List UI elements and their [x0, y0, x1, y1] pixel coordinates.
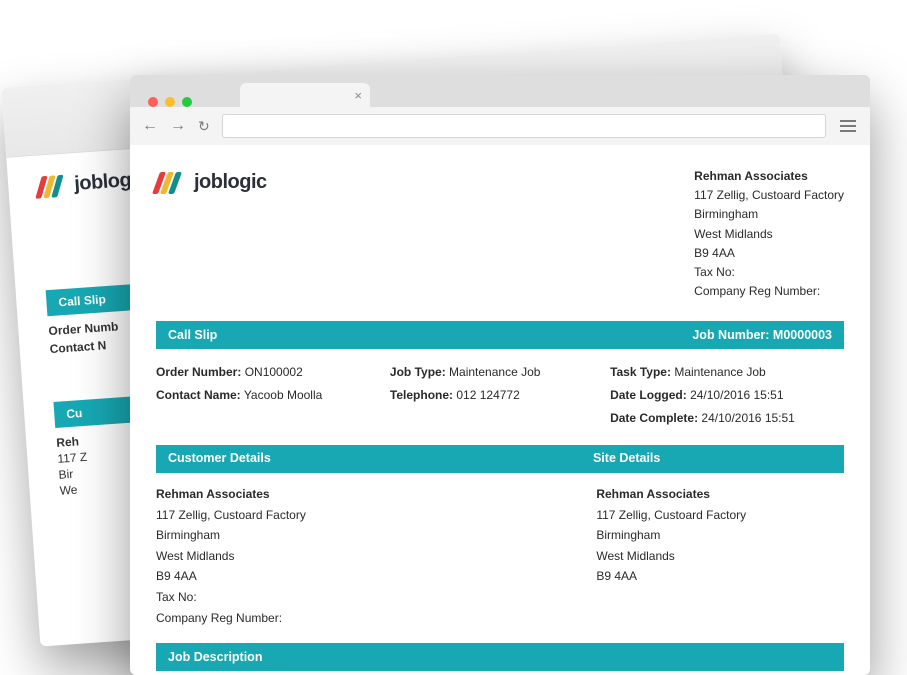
nav-toolbar: ← → ↻ — [130, 107, 870, 145]
close-window-icon[interactable] — [148, 97, 158, 107]
customer-city: Birmingham — [156, 526, 576, 545]
customer-reg: Company Reg Number: — [156, 609, 576, 628]
customer-tax: Tax No: — [156, 588, 576, 607]
site-region: West Midlands — [596, 547, 844, 566]
forward-icon[interactable]: → — [170, 118, 186, 134]
window-controls — [140, 87, 192, 107]
company-tax: Tax No: — [694, 263, 844, 282]
site-addr1: 117 Zellig, Custoard Factory — [596, 506, 844, 525]
joblogic-logo-icon — [38, 174, 69, 198]
job-description-title: Job Description — [168, 648, 262, 667]
document-content: joblogic Rehman Associates 117 Zellig, C… — [130, 145, 870, 671]
customer-region: West Midlands — [156, 547, 576, 566]
close-tab-icon[interactable]: × — [354, 88, 362, 103]
customer-name: Rehman Associates — [156, 485, 576, 504]
customer-addr1: 117 Zellig, Custoard Factory — [156, 506, 576, 525]
call-slip-grid: Order Number: ON100002 Contact Name: Yac… — [156, 359, 844, 431]
company-name: Rehman Associates — [694, 167, 844, 186]
customer-column: Rehman Associates 117 Zellig, Custoard F… — [156, 483, 576, 629]
logo-text: joblogic — [194, 167, 267, 198]
site-postcode: B9 4AA — [596, 567, 844, 586]
site-city: Birmingham — [596, 526, 844, 545]
reload-icon[interactable]: ↻ — [198, 118, 210, 135]
order-number: Order Number: ON100002 — [156, 363, 390, 382]
minimize-window-icon[interactable] — [165, 97, 175, 107]
back-icon[interactable]: ← — [142, 118, 158, 134]
browser-chrome: × ← → ↻ — [130, 75, 870, 145]
contact-name: Contact Name: Yacoob Moolla — [156, 386, 390, 405]
header-company-block: Rehman Associates 117 Zellig, Custoard F… — [694, 167, 844, 301]
call-slip-bar: Call Slip Job Number: M0000003 — [156, 321, 844, 349]
job-type: Job Type: Maintenance Job — [390, 363, 610, 382]
date-logged: Date Logged: 24/10/2016 15:51 — [610, 386, 844, 405]
task-type: Task Type: Maintenance Job — [610, 363, 844, 382]
company-city: Birmingham — [694, 205, 844, 224]
details-columns: Rehman Associates 117 Zellig, Custoard F… — [156, 483, 844, 629]
company-postcode: B9 4AA — [694, 244, 844, 263]
job-number: Job Number: M0000003 — [692, 326, 832, 345]
menu-icon[interactable] — [838, 120, 858, 132]
maximize-window-icon[interactable] — [182, 97, 192, 107]
site-column: Rehman Associates 117 Zellig, Custoard F… — [596, 483, 844, 629]
url-input[interactable] — [222, 114, 826, 138]
date-complete: Date Complete: 24/10/2016 15:51 — [610, 409, 844, 428]
document-header: joblogic Rehman Associates 117 Zellig, C… — [156, 167, 844, 301]
site-details-title: Site Details — [593, 449, 832, 468]
site-name: Rehman Associates — [596, 485, 844, 504]
customer-postcode: B9 4AA — [156, 567, 576, 586]
browser-window: × ← → ↻ joblogic Rehman Associates 117 Z… — [130, 75, 870, 675]
company-reg: Company Reg Number: — [694, 282, 844, 301]
logo: joblogic — [156, 167, 267, 198]
joblogic-logo-icon — [156, 172, 186, 194]
tab-bar: × — [130, 75, 870, 107]
company-region: West Midlands — [694, 225, 844, 244]
details-bar: Customer Details Site Details — [156, 445, 844, 473]
job-description-bar: Job Description — [156, 643, 844, 671]
telephone: Telephone: 012 124772 — [390, 386, 610, 405]
browser-tab[interactable]: × — [240, 83, 370, 107]
customer-details-title: Customer Details — [168, 449, 271, 468]
call-slip-title: Call Slip — [168, 326, 217, 345]
company-addr1: 117 Zellig, Custoard Factory — [694, 186, 844, 205]
